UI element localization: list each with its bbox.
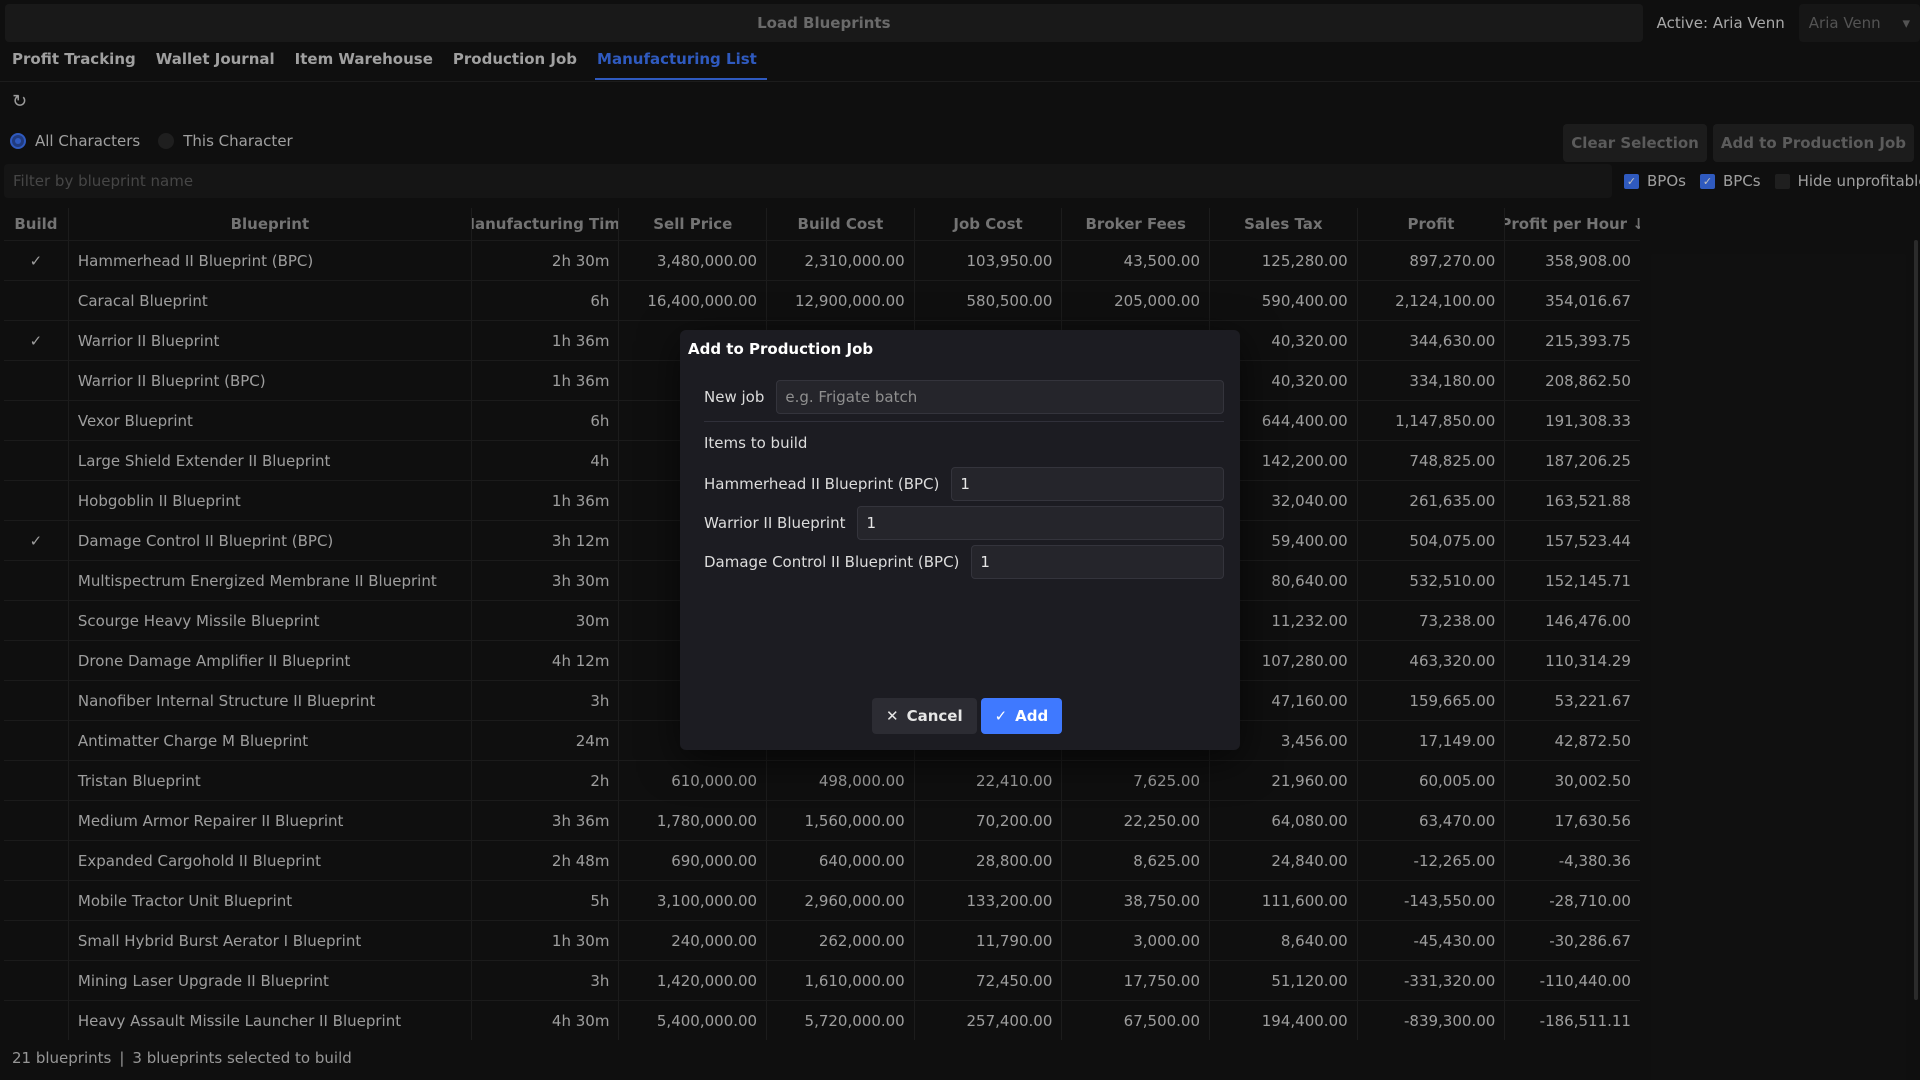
item-name: Warrior II Blueprint xyxy=(704,514,846,532)
item-quantity-input[interactable]: 1 xyxy=(857,506,1224,540)
item-row: Warrior II Blueprint 1 xyxy=(704,506,1224,540)
new-job-label: New job xyxy=(704,388,765,406)
item-row: Damage Control II Blueprint (BPC) 1 xyxy=(704,545,1224,579)
dialog-title: Add to Production Job xyxy=(688,340,874,358)
item-quantity-input[interactable]: 1 xyxy=(951,467,1224,501)
dialog-divider xyxy=(704,421,1224,422)
new-job-input[interactable]: e.g. Frigate batch xyxy=(776,380,1224,414)
dialog-buttons: ✕ Cancel ✓ Add xyxy=(872,698,1066,734)
close-icon: ✕ xyxy=(886,707,899,725)
add-to-production-job-dialog: Add to Production Job New job e.g. Friga… xyxy=(680,330,1240,750)
cancel-button[interactable]: ✕ Cancel xyxy=(872,698,977,734)
new-job-row: New job e.g. Frigate batch xyxy=(704,380,1224,414)
add-button[interactable]: ✓ Add xyxy=(980,698,1063,734)
item-row: Hammerhead II Blueprint (BPC) 1 xyxy=(704,467,1224,501)
cancel-button-label: Cancel xyxy=(906,707,963,725)
item-quantity-input[interactable]: 1 xyxy=(971,545,1224,579)
item-name: Hammerhead II Blueprint (BPC) xyxy=(704,475,940,493)
items-heading-row: Items to build xyxy=(704,434,1224,452)
add-button-label: Add xyxy=(1015,707,1049,725)
items-to-build-heading: Items to build xyxy=(704,434,808,452)
checkmark-icon: ✓ xyxy=(994,707,1008,725)
item-name: Damage Control II Blueprint (BPC) xyxy=(704,553,960,571)
